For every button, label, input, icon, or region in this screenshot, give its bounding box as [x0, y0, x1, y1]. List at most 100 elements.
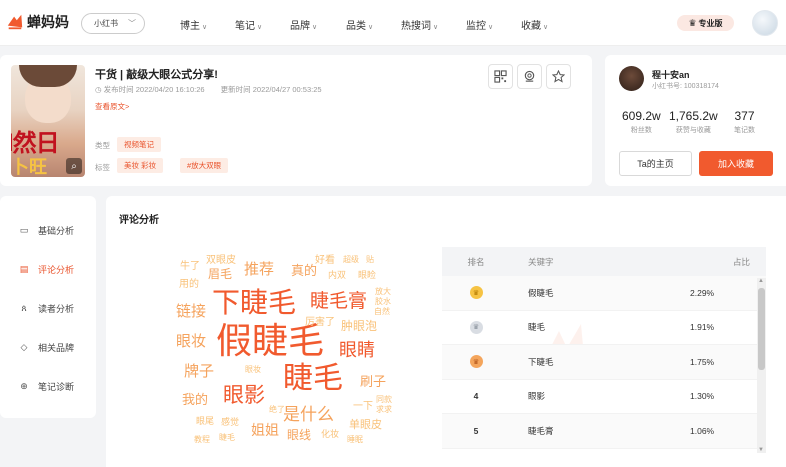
- rank-cell: 4: [473, 391, 479, 402]
- brand-logo[interactable]: 蝉妈妈: [6, 12, 69, 32]
- add-favorite-button[interactable]: 加入收藏: [699, 151, 773, 176]
- tag-item[interactable]: #放大双眼: [180, 158, 229, 173]
- scroll-down-icon[interactable]: ▼: [758, 447, 764, 453]
- user-avatar[interactable]: [752, 10, 778, 36]
- nav-categories[interactable]: 品类 ∨: [346, 17, 373, 32]
- keyword-cell: 下睫毛: [528, 356, 554, 367]
- author-card: 程十安an 小红书号: 100318174 609.2w 粉丝数 1,765.2…: [605, 55, 786, 186]
- nav-bloggers[interactable]: 博主 ∨: [180, 17, 207, 32]
- header-pct: 占比: [732, 256, 750, 267]
- stat-fans: 609.2w 粉丝数: [622, 109, 661, 134]
- pct-cell: 1.06%: [690, 425, 715, 436]
- chevron-down-icon: ﹀: [128, 19, 136, 28]
- menu-basic-analysis[interactable]: ▭ 基础分析: [18, 224, 74, 237]
- publish-time: 2022/04/20 16:10:26: [135, 85, 205, 94]
- platform-select[interactable]: 小红书 ﹀: [81, 13, 145, 34]
- wordcloud-word: 教程: [194, 435, 210, 444]
- pct-cell: 1.91%: [690, 322, 715, 333]
- table-body: ♛ 假睫毛 2.29% ♛ 睫毛 1.91% ♛ 下睫毛 1.75% 4 眼影 …: [442, 276, 766, 449]
- nav-hot-search[interactable]: 热搜词 ∨: [401, 17, 438, 32]
- wordcloud-word: 自然: [374, 307, 390, 316]
- chevron-down-icon: ∨: [312, 24, 318, 31]
- wordcloud-word: 眼尾: [196, 417, 215, 427]
- wordcloud-word: 我的: [182, 393, 209, 408]
- crown-icon: ♛: [688, 17, 697, 28]
- keyword-cell: 假睫毛: [528, 287, 554, 298]
- qrcode-button[interactable]: [488, 64, 513, 89]
- nav-monitor[interactable]: 监控 ∨: [466, 17, 493, 32]
- header-keyword: 关键字: [528, 256, 554, 267]
- rank-cell: 5: [473, 425, 479, 436]
- wordcloud-word: 厉害了: [305, 317, 335, 328]
- type-tag: 视频笔记: [117, 137, 161, 152]
- platform-select-value: 小红书: [94, 19, 118, 28]
- nav-favorites[interactable]: 收藏 ∨: [521, 17, 548, 32]
- gold-medal-icon: ♛: [469, 286, 483, 300]
- analysis-side-menu: ▭ 基础分析 ▤ 评论分析 ጰ 读者分析 ◇ 相关品牌 ⊕ 笔记诊断: [0, 196, 96, 418]
- pro-version-badge[interactable]: ♛ 专业版: [677, 15, 734, 31]
- silver-medal-icon: ♛: [469, 320, 483, 334]
- view-original-link[interactable]: 查看原文>: [95, 101, 129, 112]
- clock-icon: ◷: [95, 85, 104, 94]
- nav-brands[interactable]: 品牌 ∨: [290, 17, 317, 32]
- wordcloud-word: 假睫毛: [216, 321, 325, 362]
- wordcloud-word: 贴: [366, 255, 374, 264]
- wordcloud-word: 刷子: [360, 375, 387, 390]
- top-navbar: 蝉妈妈 小红书 ﹀ 博主 ∨ 笔记 ∨ 品牌 ∨ 品类 ∨ 热搜词 ∨ 监控 ∨ 收藏 ∨ ♛…: [0, 0, 786, 46]
- monitor-icon: ▭: [19, 225, 29, 235]
- wordcloud-word: 化妆: [321, 430, 340, 440]
- comment-analysis-panel: 评论分析 假睫毛 下睫毛 睫毛 睫毛膏 眼影 眼睛 推荐 链接 眼妆 牌子 刷子…: [106, 196, 786, 467]
- keyword-cell: 睫毛: [528, 322, 546, 333]
- thumbnail-subcaption: 卜旺: [11, 157, 47, 177]
- menu-related-brands[interactable]: ◇ 相关品牌: [18, 341, 74, 354]
- keyword-cell: 眼影: [528, 391, 546, 402]
- wordcloud-word: 求求: [376, 405, 392, 414]
- author-name[interactable]: 程十安an: [652, 68, 690, 81]
- panel-title: 评论分析: [119, 215, 159, 226]
- wordcloud-word: 单眼皮: [349, 418, 382, 431]
- table-scrollbar[interactable]: ▲ ▼: [757, 278, 766, 453]
- favorite-star-button[interactable]: [546, 64, 571, 89]
- scroll-up-icon[interactable]: ▲: [758, 278, 764, 284]
- menu-comment-analysis[interactable]: ▤ 评论分析: [18, 263, 74, 276]
- type-label: 类型: [95, 141, 110, 150]
- wordcloud-word: 眼影: [223, 383, 265, 407]
- menu-note-diagnosis[interactable]: ⊕ 笔记诊断: [18, 380, 74, 393]
- pct-cell: 2.29%: [690, 287, 715, 298]
- bronze-medal-icon: ♛: [469, 355, 483, 369]
- author-avatar[interactable]: [619, 66, 644, 91]
- nav-notes[interactable]: 笔记 ∨: [235, 17, 262, 32]
- wordcloud-word: 睡眠: [347, 435, 363, 444]
- tags-label: 标签: [95, 163, 110, 172]
- brand-name: 蝉妈妈: [27, 14, 69, 30]
- wordcloud-word: 牌子: [184, 362, 215, 380]
- zoom-icon[interactable]: ⌕: [66, 158, 82, 174]
- qrcode-icon: [494, 70, 507, 83]
- wordcloud-word: 真的: [291, 264, 318, 279]
- wordcloud-word: 推荐: [244, 260, 275, 278]
- wordcloud-word: 好看: [315, 255, 335, 266]
- wordcloud-word: 同款: [376, 395, 392, 404]
- pct-cell: 1.75%: [690, 356, 715, 367]
- chevron-down-icon: ∨: [368, 24, 374, 31]
- chevron-down-icon: ∨: [488, 24, 494, 31]
- stat-notes: 377 笔记数: [734, 109, 755, 134]
- table-row: ♛ 下睫毛 1.75%: [442, 345, 766, 380]
- share-button[interactable]: [517, 64, 542, 89]
- wordcloud-word: 下睫毛: [212, 286, 297, 319]
- wordcloud-word: 眼妆: [245, 365, 261, 374]
- table-row: 5 睫毛膏 1.06%: [442, 414, 766, 449]
- tag-icon: ◇: [20, 342, 28, 352]
- wordcloud-word: 放大: [375, 287, 391, 296]
- table-header: 排名 关键字 占比: [442, 247, 766, 276]
- comment-icon: ▤: [19, 264, 29, 274]
- wordcloud-word: 睫毛: [283, 361, 343, 396]
- menu-reader-analysis[interactable]: ጰ 读者分析: [18, 302, 74, 315]
- author-home-button[interactable]: Ta的主页: [619, 151, 692, 176]
- scroll-thumb[interactable]: [758, 288, 765, 370]
- tag-item[interactable]: 美妆 彩妆: [117, 158, 164, 173]
- table-row: ♛ 假睫毛 2.29%: [442, 276, 766, 311]
- stat-likes: 1,765.2w 获赞与收藏: [669, 109, 718, 134]
- update-time: 2022/04/27 00:53:25: [252, 85, 322, 94]
- note-thumbnail[interactable]: l然日 卜旺 ⌕: [11, 65, 85, 177]
